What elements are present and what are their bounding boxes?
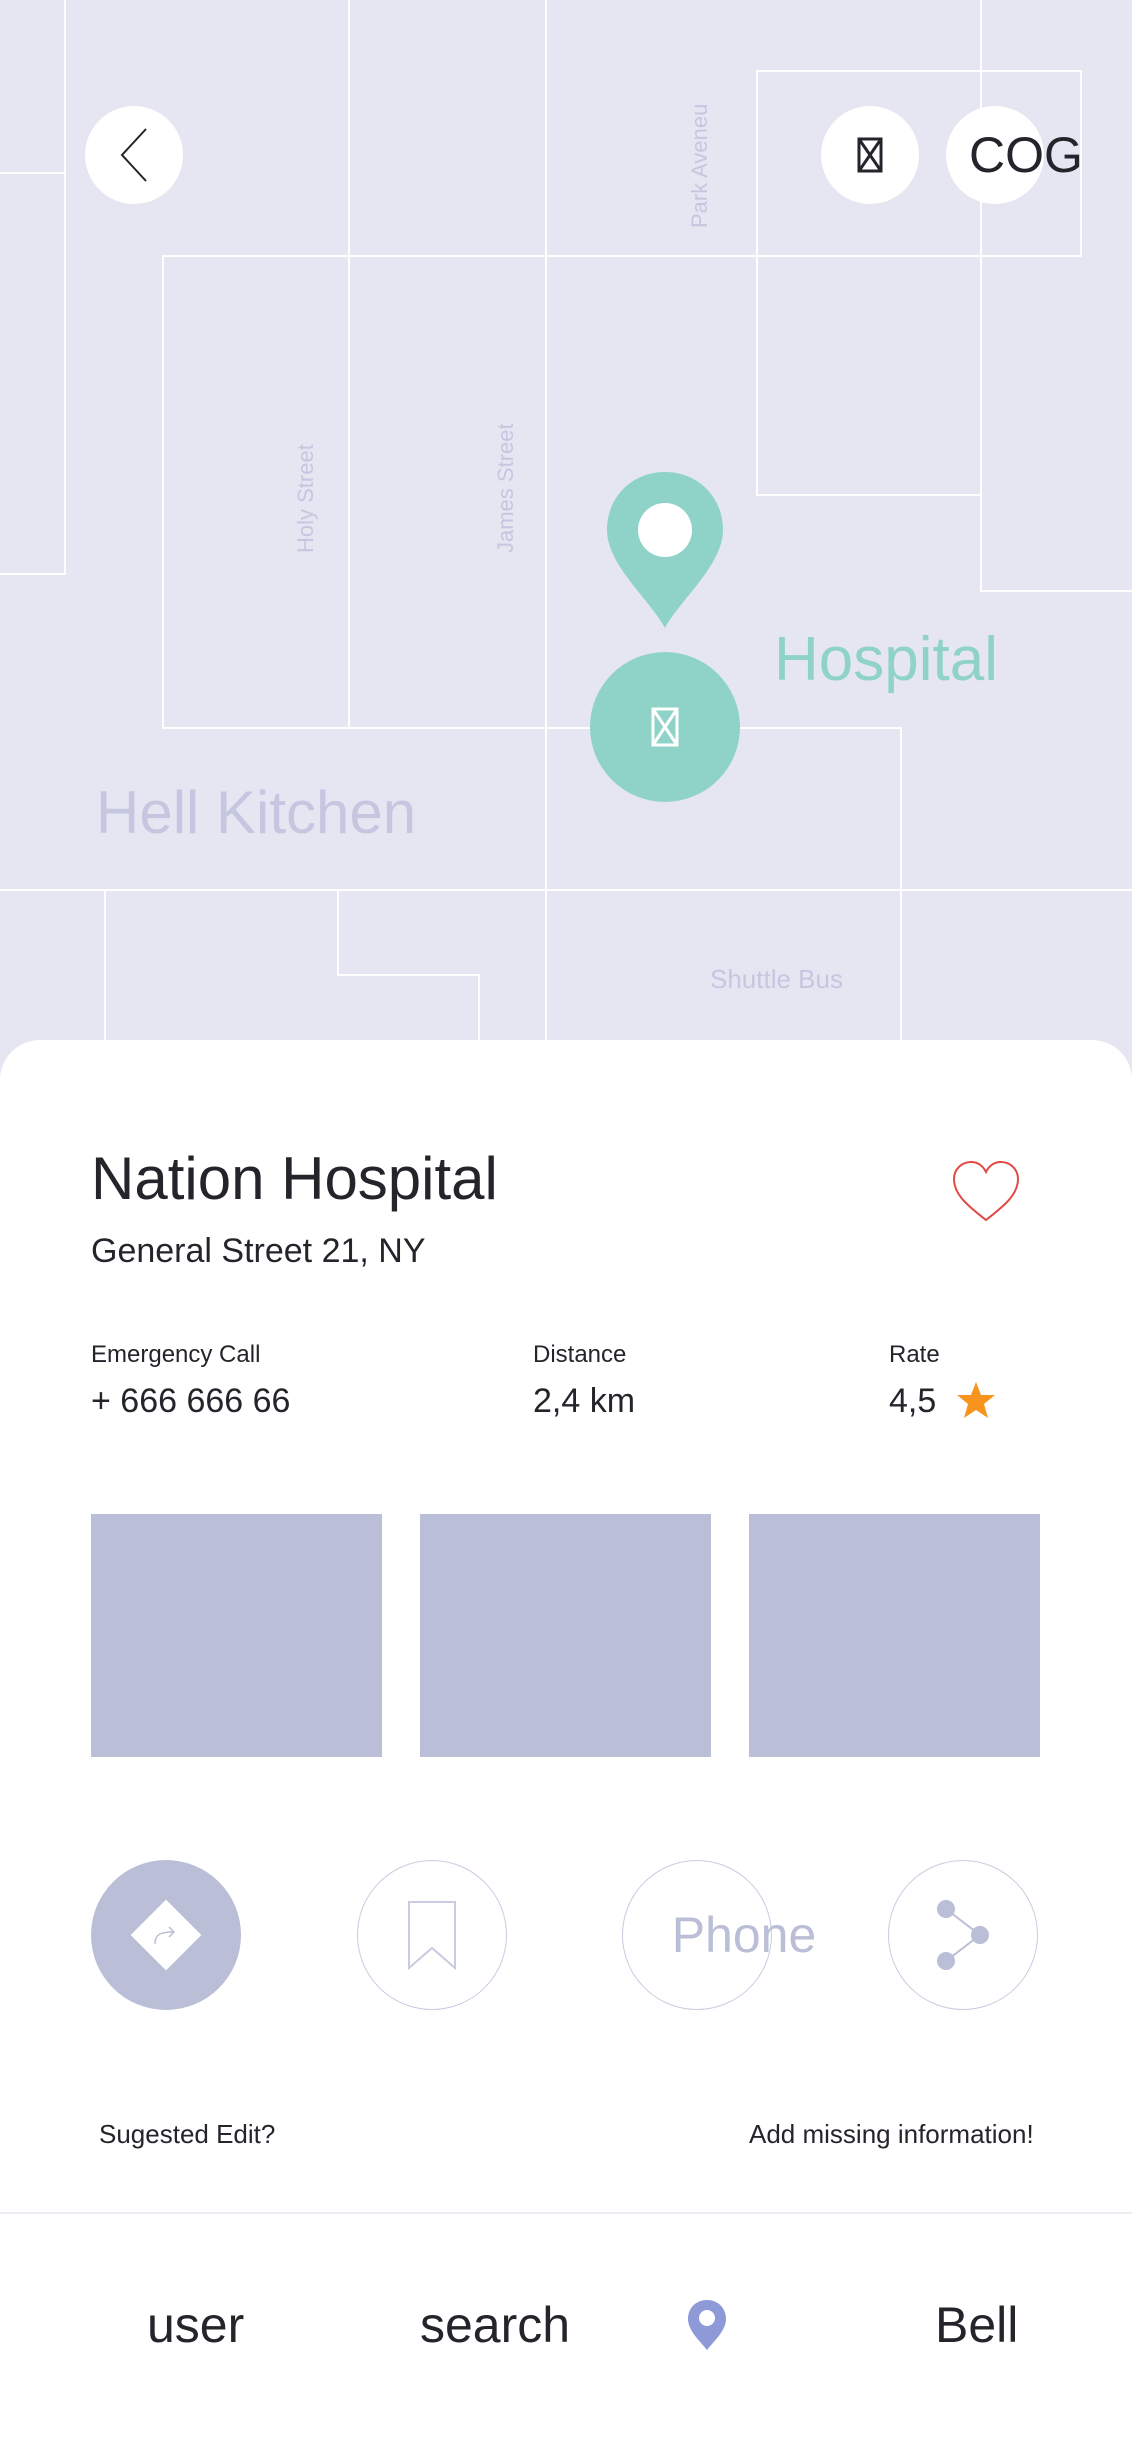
map-street-line (162, 727, 902, 729)
cog-icon: COG (969, 127, 1083, 183)
map-street-line (337, 889, 339, 975)
photo-thumbnail[interactable] (91, 1514, 382, 1757)
share-icon (937, 1900, 989, 1970)
nav-user[interactable]: user (147, 2296, 244, 2354)
suggest-edit-link[interactable]: Sugested Edit? (99, 2119, 275, 2150)
map-street-line (900, 727, 902, 1060)
map-street-line (162, 255, 164, 729)
map-street-line (980, 590, 1132, 592)
star-icon (957, 1382, 995, 1418)
directions-button[interactable] (91, 1860, 241, 2010)
place-label: Hospital (774, 625, 998, 694)
map[interactable]: Park Aveneu Holy Street James Street Hel… (0, 0, 1132, 1060)
place-title: Nation Hospital (91, 1145, 498, 1212)
map-street-line (0, 889, 1132, 891)
street-label-park: Park Aveneu (687, 103, 712, 228)
bookmark-button[interactable] (357, 1860, 507, 2010)
back-button[interactable] (85, 106, 183, 204)
map-street-line (348, 0, 350, 728)
heart-icon[interactable] (951, 1160, 1021, 1224)
map-pin-icon[interactable] (605, 470, 725, 630)
map-street-line (0, 172, 66, 174)
area-label: Hell Kitchen (96, 779, 417, 846)
map-street-line (0, 573, 66, 575)
map-street-line (162, 255, 1082, 257)
hospital-marker[interactable] (590, 652, 740, 802)
street-label-holy: Holy Street (293, 444, 318, 553)
nav-bell[interactable]: Bell (935, 2296, 1018, 2354)
street-label-james: James Street (493, 423, 518, 553)
map-street-line (104, 889, 106, 1060)
phone-label: Phone (671, 1907, 817, 1963)
phone-button[interactable]: Phone (622, 1860, 816, 2010)
photo-thumbnail[interactable] (749, 1514, 1040, 1757)
map-street-line (337, 974, 479, 976)
map-block-outline (756, 70, 1080, 72)
map-street-line (545, 0, 547, 1060)
rate-label: Rate (889, 1341, 940, 1368)
map-block-outline (756, 494, 982, 496)
share-button[interactable] (888, 1860, 1038, 2010)
shuttle-bus-label: Shuttle Bus (710, 964, 843, 994)
add-missing-info-link[interactable]: Add missing information! (749, 2119, 1034, 2150)
map-street-line (980, 0, 982, 592)
rate-value: 4,5 (889, 1382, 937, 1420)
emergency-label: Emergency Call (91, 1341, 261, 1368)
map-block-outline (756, 70, 758, 495)
layers-button[interactable] (821, 106, 919, 204)
bookmark-icon (408, 1901, 456, 1970)
chevron-left-icon (120, 128, 147, 182)
map-street-line (64, 0, 66, 575)
image-placeholder-icon (857, 137, 883, 173)
distance-value: 2,4 km (533, 1382, 636, 1420)
location-pin-icon[interactable] (687, 2299, 727, 2351)
directions-icon (130, 1899, 202, 1971)
nav-search[interactable]: search (420, 2296, 570, 2354)
photo-thumbnail[interactable] (420, 1514, 711, 1757)
place-address: General Street 21, NY (91, 1232, 426, 1270)
settings-button[interactable]: COG (946, 106, 1083, 204)
distance-label: Distance (533, 1341, 627, 1368)
emergency-phone[interactable]: + 666 666 66 (91, 1382, 290, 1421)
image-placeholder-icon (651, 707, 679, 747)
